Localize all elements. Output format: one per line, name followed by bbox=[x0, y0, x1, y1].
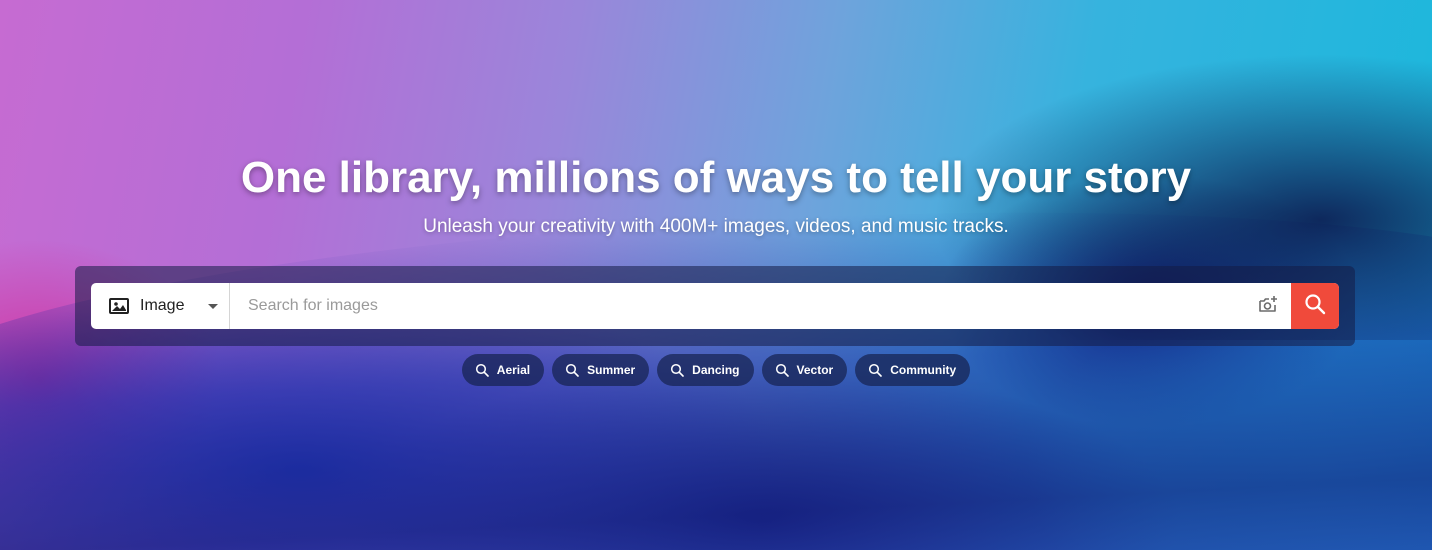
chip-summer[interactable]: Summer bbox=[552, 354, 650, 386]
chip-vector[interactable]: Vector bbox=[761, 354, 848, 386]
chip-dancing[interactable]: Dancing bbox=[657, 354, 754, 386]
chip-label: Aerial bbox=[496, 363, 531, 377]
search-by-image-button[interactable] bbox=[1245, 283, 1291, 329]
chip-label: Community bbox=[890, 363, 957, 377]
hero-content: One library, millions of ways to tell yo… bbox=[0, 0, 1432, 550]
search-icon bbox=[475, 363, 489, 377]
search-icon bbox=[775, 363, 789, 377]
camera-plus-icon bbox=[1257, 293, 1279, 320]
search-bar: Image bbox=[91, 283, 1339, 329]
chip-label: Vector bbox=[796, 363, 834, 377]
image-icon bbox=[108, 295, 130, 317]
search-icon bbox=[868, 363, 883, 377]
hero-subtitle: Unleash your creativity with 400M+ image… bbox=[423, 216, 1009, 237]
chip-aerial[interactable]: Aerial bbox=[461, 354, 545, 386]
media-type-dropdown[interactable]: Image bbox=[91, 283, 230, 329]
media-type-label: Image bbox=[140, 297, 185, 314]
hero-banner: One library, millions of ways to tell yo… bbox=[0, 0, 1432, 550]
search-panel: Image bbox=[75, 266, 1355, 346]
search-submit-button[interactable] bbox=[1291, 283, 1339, 329]
search-icon bbox=[1304, 293, 1326, 320]
search-icon bbox=[565, 363, 579, 377]
suggested-searches: Aerial Summer Dancing Vector Community bbox=[0, 354, 1432, 386]
search-icon bbox=[670, 363, 684, 377]
chevron-down-icon bbox=[208, 303, 219, 309]
search-input[interactable] bbox=[230, 284, 1245, 328]
chip-community[interactable]: Community bbox=[855, 354, 971, 386]
hero-title: One library, millions of ways to tell yo… bbox=[240, 153, 1192, 202]
chip-label: Dancing bbox=[692, 363, 740, 377]
chip-label: Summer bbox=[587, 363, 636, 377]
